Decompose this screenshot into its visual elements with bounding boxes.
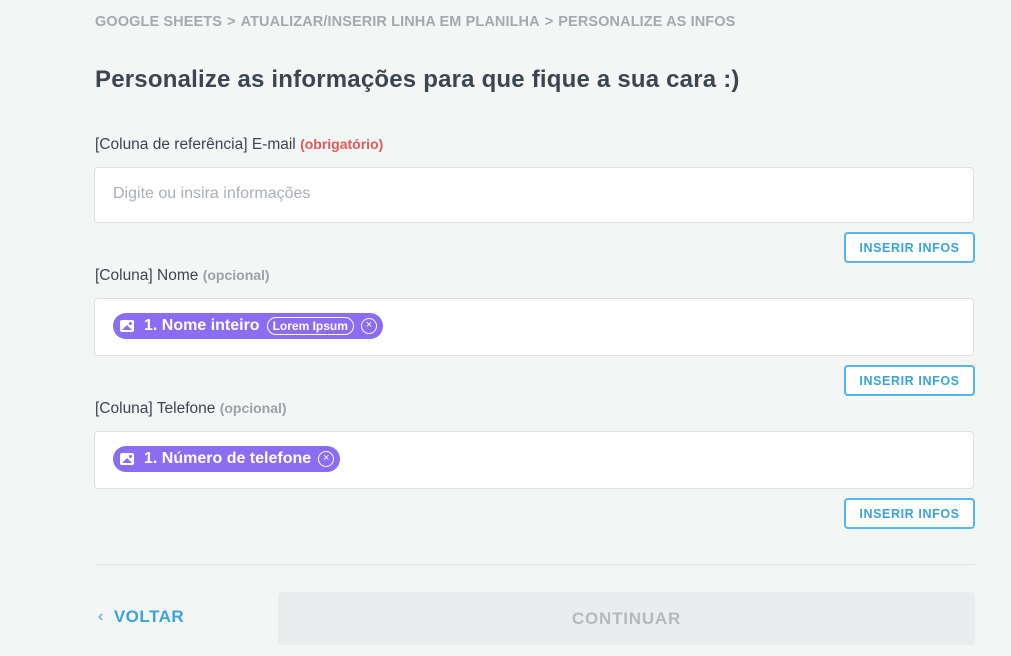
breadcrumb-separator: > — [227, 14, 236, 30]
name-field[interactable]: 1. Nome inteiro Lorem Ipsum × — [94, 298, 974, 356]
pill-sample-value: Lorem Ipsum — [266, 317, 354, 335]
breadcrumb-separator: > — [544, 14, 554, 30]
name-field-label-text: [Coluna] Nome — [95, 267, 199, 284]
email-field[interactable]: Digite ou insira informações — [94, 167, 974, 223]
phone-field-label: [Coluna] Telefone (opcional) — [95, 400, 287, 418]
insert-infos-button-email[interactable]: INSERIR INFOS — [844, 232, 975, 263]
email-field-label-text: [Coluna de referência] E-mail — [95, 136, 296, 153]
insert-infos-button-name[interactable]: INSERIR INFOS — [844, 365, 975, 396]
continue-button[interactable]: CONTINUAR — [278, 592, 975, 645]
optional-tag: (opcional) — [219, 400, 287, 416]
chevron-left-icon: ‹ — [98, 608, 104, 625]
breadcrumb-item-current: PERSONALIZE AS INFOS — [558, 14, 736, 30]
phone-field-label-text: [Coluna] Telefone — [95, 400, 216, 417]
pill-label: 1. Número de telefone — [144, 450, 312, 467]
remove-pill-icon[interactable]: × — [318, 451, 335, 467]
divider — [95, 564, 975, 565]
insert-infos-button-phone[interactable]: INSERIR INFOS — [844, 498, 975, 529]
page-title: Personalize as informações para que fiqu… — [95, 66, 740, 93]
image-icon — [120, 320, 134, 332]
back-button-label: VOLTAR — [113, 607, 185, 626]
breadcrumb-item-action[interactable]: ATUALIZAR/INSERIR LINHA EM PLANILHA — [241, 14, 540, 30]
variable-pill-phone[interactable]: 1. Número de telefone × — [113, 446, 341, 472]
image-icon — [120, 453, 134, 465]
breadcrumb-item-google-sheets[interactable]: GOOGLE SHEETS — [95, 14, 222, 30]
phone-field[interactable]: 1. Número de telefone × — [94, 431, 974, 489]
name-field-label: [Coluna] Nome (opcional) — [95, 267, 270, 285]
breadcrumb: GOOGLE SHEETS > ATUALIZAR/INSERIR LINHA EM… — [95, 14, 735, 30]
remove-pill-icon[interactable]: × — [360, 318, 377, 334]
email-field-label: [Coluna de referência] E-mail (obrigatór… — [95, 136, 383, 154]
back-button[interactable]: ‹ VOLTAR — [98, 607, 184, 627]
optional-tag: (opcional) — [202, 267, 270, 283]
pill-label: 1. Nome inteiro — [144, 317, 260, 334]
variable-pill-name[interactable]: 1. Nome inteiro Lorem Ipsum × — [113, 313, 383, 339]
required-tag: (obrigatório) — [300, 136, 384, 152]
email-field-placeholder: Digite ou insira informações — [113, 185, 311, 202]
